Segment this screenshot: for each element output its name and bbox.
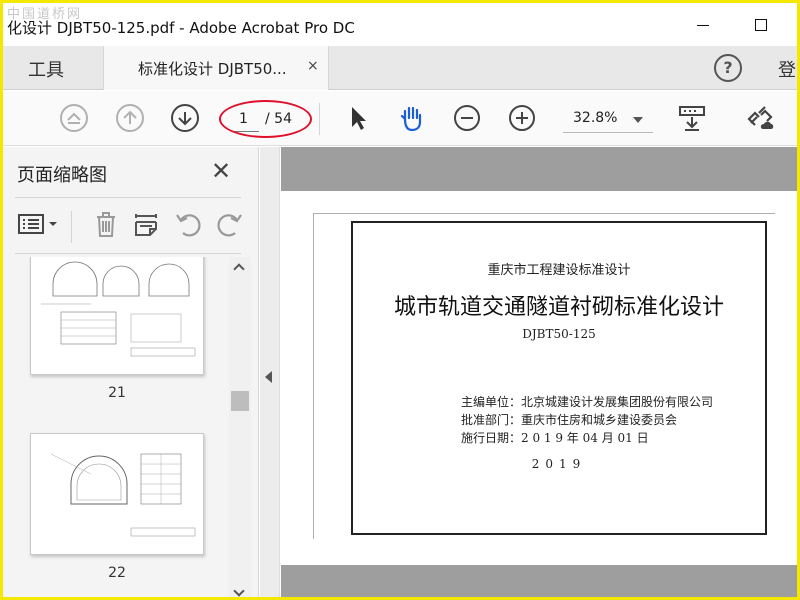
- sign-in-button[interactable]: 登: [778, 56, 796, 82]
- title-bar: 中国道桥网 化设计 DJBT50-125.pdf - Adobe Acrobat…: [3, 3, 797, 46]
- zoom-in-icon[interactable]: [507, 103, 537, 133]
- cover-organization: 重庆市工程建设标准设计: [487, 263, 631, 278]
- zoom-out-icon[interactable]: [452, 103, 482, 133]
- hand-tool-icon[interactable]: [397, 103, 427, 133]
- pdf-page: 重庆市工程建设标准设计 城市轨道交通隧道衬砌标准化设计 DJBT50-125 主…: [281, 191, 797, 565]
- cover-date: 施行日期：2 0 1 9 年 04 月 01 日: [461, 431, 649, 445]
- thumbnail-page-22[interactable]: [30, 433, 204, 555]
- panel-title: 页面缩略图: [17, 165, 107, 186]
- thumbnail-drawing: [50, 453, 196, 537]
- scrollbar-thumb[interactable]: [231, 391, 249, 411]
- tab-document-label: 标准化设计 DJBT50...: [138, 60, 287, 78]
- scroll-down-icon[interactable]: [233, 585, 245, 597]
- page-border-line: [313, 213, 314, 539]
- zoom-value: 32.8%: [573, 110, 618, 126]
- close-tab-icon[interactable]: ×: [307, 58, 319, 74]
- window-frame: 中国道桥网 化设计 DJBT50-125.pdf - Adobe Acrobat…: [0, 0, 800, 600]
- thumbnail-list: 21 22: [3, 257, 229, 597]
- share-link-icon[interactable]: [745, 103, 775, 133]
- maximize-button[interactable]: [747, 11, 775, 39]
- tab-document[interactable]: 标准化设计 DJBT50... ×: [103, 46, 329, 90]
- close-panel-icon[interactable]: ✕: [211, 157, 231, 185]
- cover-editor: 主编单位：北京城建设计发展集团股份有限公司: [461, 395, 714, 409]
- minimize-button[interactable]: [691, 11, 719, 39]
- thumbnail-panel: 页面缩略图 ✕ 21 22: [3, 147, 259, 597]
- cover-code: DJBT50-125: [522, 327, 596, 341]
- cover-frame: 重庆市工程建设标准设计 城市轨道交通隧道衬砌标准化设计 DJBT50-125 主…: [351, 221, 767, 535]
- tab-bar: 工具 标准化设计 DJBT50... × ? 登: [3, 46, 797, 90]
- panel-toolbar-separator: [71, 211, 72, 243]
- thumbnail-label: 22: [108, 565, 126, 581]
- panel-toolbar: [3, 199, 259, 253]
- red-highlight-oval: [219, 100, 312, 138]
- first-page-icon[interactable]: [59, 103, 89, 133]
- tab-tools[interactable]: 工具: [3, 46, 103, 90]
- zoom-select[interactable]: 32.8%: [563, 107, 653, 133]
- help-icon[interactable]: ?: [714, 54, 742, 82]
- rotate-right-icon[interactable]: [215, 209, 245, 239]
- thumbnail-drawing: [41, 261, 196, 357]
- scroll-mode-icon[interactable]: [677, 103, 707, 133]
- scroll-up-icon[interactable]: [233, 263, 245, 275]
- collapse-arrow-icon[interactable]: [265, 371, 272, 383]
- toolbar-separator: [319, 103, 320, 135]
- extract-pages-icon[interactable]: [131, 209, 161, 239]
- collapse-panel-strip[interactable]: [260, 147, 280, 597]
- document-viewer[interactable]: 重庆市工程建设标准设计 城市轨道交通隧道衬砌标准化设计 DJBT50-125 主…: [281, 147, 797, 597]
- main-toolbar: 1 / 54 32.8%: [3, 91, 797, 146]
- next-page-icon[interactable]: [170, 103, 200, 133]
- thumbnail-scrollbar[interactable]: [229, 257, 251, 597]
- panel-divider: [15, 197, 241, 198]
- cover-approver: 批准部门：重庆市住房和城乡建设委员会: [461, 413, 678, 427]
- cover-main-title: 城市轨道交通隧道衬砌标准化设计: [393, 295, 724, 320]
- delete-icon[interactable]: [91, 209, 121, 239]
- thumbnail-page-21[interactable]: [30, 257, 204, 375]
- window-title: 化设计 DJBT50-125.pdf - Adobe Acrobat Pro D…: [7, 19, 355, 37]
- thumbnail-options-icon[interactable]: [17, 209, 61, 239]
- previous-page-icon[interactable]: [115, 103, 145, 133]
- thumbnail-label: 21: [108, 385, 126, 401]
- panel-divider: [15, 253, 241, 254]
- select-cursor-icon[interactable]: [343, 103, 373, 133]
- page-border-line: [313, 213, 775, 214]
- cover-year: 2019: [531, 457, 587, 471]
- chevron-down-icon: [633, 117, 643, 123]
- rotate-left-icon[interactable]: [173, 209, 203, 239]
